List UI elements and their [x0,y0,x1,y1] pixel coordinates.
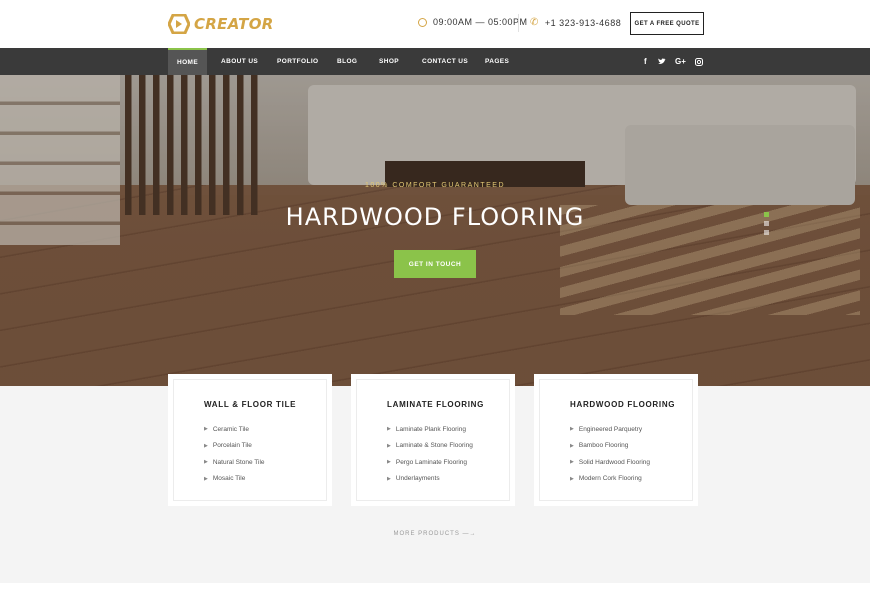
slide-dot-1[interactable] [764,212,769,217]
list-item-label: Pergo Laminate Flooring [395,458,468,466]
arrow-icon: ▶ [204,426,208,433]
card-title: WALL & FLOOR TILE [204,400,297,409]
twitter-icon[interactable] [658,48,666,75]
arrow-icon: ▶ [387,426,391,433]
nav-item-about-us[interactable]: ABOUT US [221,48,258,75]
category-card: HARDWOOD FLOORING ▶ Engineered Parquetry … [534,374,698,506]
get-in-touch-button[interactable]: GET IN TOUCH [394,250,476,278]
phone-contact[interactable]: ✆ +1 323-913-4688 [530,17,621,28]
slider-pagination [764,212,769,239]
instagram-icon[interactable] [695,48,703,75]
free-quote-button[interactable]: GET A FREE QUOTE [630,12,704,35]
slide-dot-3[interactable] [764,230,769,235]
hours-text: 09:00AM — 05:00PM [433,17,528,27]
arrow-icon: ▶ [387,475,391,482]
list-item[interactable]: ▶ Solid Hardwood Flooring [570,454,650,471]
list-item-label: Laminate Plank Flooring [395,425,466,433]
header-divider [518,14,519,32]
list-item[interactable]: ▶ Modern Cork Flooring [570,471,650,488]
arrow-icon: ▶ [570,426,574,433]
nav-item-shop[interactable]: SHOP [379,48,399,75]
site-header: CREATOR 09:00AM — 05:00PM ✆ +1 323-913-4… [0,0,870,48]
arrow-icon: ▶ [570,442,574,449]
list-item[interactable]: ▶ Laminate Plank Flooring [387,421,473,438]
list-item[interactable]: ▶ Bamboo Flooring [570,438,650,455]
logo-text: CREATOR [194,15,274,33]
card-title: LAMINATE FLOORING [387,400,485,409]
clock-icon [418,17,427,27]
list-item[interactable]: ▶ Natural Stone Tile [204,454,265,471]
hero-title: HARDWOOD FLOORING [285,203,585,231]
arrow-icon: ▶ [204,459,208,466]
list-item[interactable]: ▶ Mosaic Tile [204,471,265,488]
category-card: WALL & FLOOR TILE ▶ Ceramic Tile ▶ Porcela… [168,374,332,506]
list-item-label: Mosaic Tile [212,475,246,483]
list-item-label: Bamboo Flooring [578,442,629,450]
google-plus-icon[interactable]: G+ [675,48,686,75]
list-item[interactable]: ▶ Underlayments [387,471,473,488]
nav-item-pages[interactable]: PAGES [485,48,509,75]
logo-icon [168,14,190,34]
list-item-label: Modern Cork Flooring [578,475,642,483]
nav-item-blog[interactable]: BLOG [337,48,357,75]
list-item[interactable]: ▶ Pergo Laminate Flooring [387,454,473,471]
phone-text: +1 323-913-4688 [544,17,622,28]
arrow-icon: ▶ [570,475,574,482]
category-card: LAMINATE FLOORING ▶ Laminate Plank Floori… [351,374,515,506]
card-title: HARDWOOD FLOORING [570,400,676,409]
hero-banner: 100% COMFORT GUARANTEED HARDWOOD FLOORIN… [0,75,870,386]
card-list: ▶ Engineered Parquetry ▶ Bamboo Flooring ▶… [570,421,650,487]
main-nav: HOME ABOUT US PORTFOLIO BLOG SHOP CONTAC… [0,48,870,75]
product-categories: WALL & FLOOR TILE ▶ Ceramic Tile ▶ Porcela… [168,374,704,506]
list-item[interactable]: ▶ Engineered Parquetry [570,421,650,438]
nav-item-home[interactable]: HOME [168,48,208,75]
card-list: ▶ Ceramic Tile ▶ Porcelain Tile ▶ Natural S… [204,421,265,487]
arrow-icon: ▶ [204,442,208,449]
hero-subtitle: 100% COMFORT GUARANTEED [364,182,506,189]
nav-item-contact-us[interactable]: CONTACT US [422,48,468,75]
list-item-label: Solid Hardwood Flooring [578,458,651,466]
facebook-icon[interactable]: f [644,48,647,75]
page-bottom-strip [0,583,870,608]
list-item-label: Porcelain Tile [212,442,252,450]
more-products-link[interactable]: MORE PRODUCTS —→ [0,531,870,537]
list-item-label: Natural Stone Tile [212,458,265,466]
phone-icon: ✆ [530,17,539,28]
list-item-label: Laminate & Stone Flooring [395,442,473,450]
list-item-label: Engineered Parquetry [578,425,643,433]
list-item[interactable]: ▶ Porcelain Tile [204,438,265,455]
arrow-icon: ▶ [204,475,208,482]
list-item-label: Ceramic Tile [212,425,249,433]
business-hours: 09:00AM — 05:00PM [418,17,528,27]
arrow-icon: ▶ [570,459,574,466]
nav-item-portfolio[interactable]: PORTFOLIO [277,48,319,75]
list-item-label: Underlayments [395,475,440,483]
arrow-icon: ▶ [387,459,391,466]
card-list: ▶ Laminate Plank Flooring ▶ Laminate & Sto… [387,421,473,487]
slide-dot-2[interactable] [764,221,769,226]
list-item[interactable]: ▶ Ceramic Tile [204,421,265,438]
list-item[interactable]: ▶ Laminate & Stone Flooring [387,438,473,455]
arrow-icon: ▶ [387,442,391,449]
logo[interactable]: CREATOR [168,13,274,35]
